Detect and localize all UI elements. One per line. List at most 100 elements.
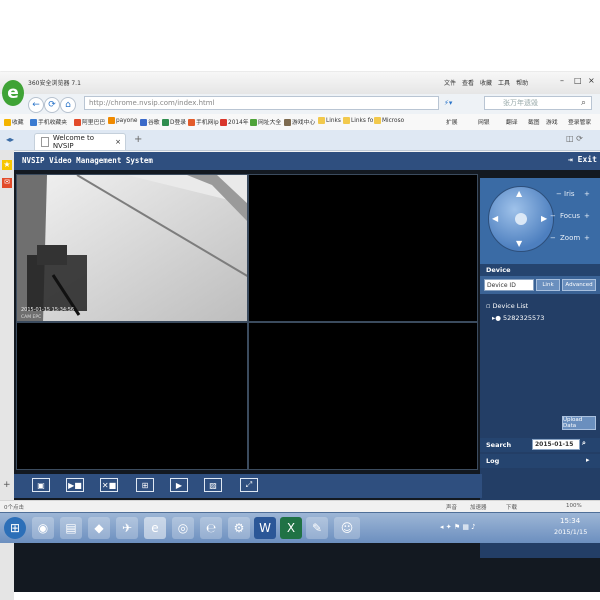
- playback-button[interactable]: ▶: [170, 478, 188, 492]
- ext-bank[interactable]: 网银: [478, 117, 490, 126]
- bookmark-item-11[interactable]: Links fo: [343, 117, 373, 124]
- search-icon[interactable]: ⌕: [581, 98, 586, 108]
- camera-view-4[interactable]: [248, 322, 478, 470]
- tab-close-icon[interactable]: ×: [115, 138, 121, 146]
- snapshot-button[interactable]: ▨: [204, 478, 222, 492]
- nvsip-header: NVSIP Video Management System ⇥ Exit: [14, 152, 600, 170]
- new-tab-button[interactable]: +: [134, 134, 142, 145]
- taskbar-360-icon[interactable]: ◉: [32, 517, 54, 539]
- bookmark-item-12[interactable]: Microso: [374, 117, 404, 124]
- focus-minus[interactable]: −: [550, 212, 556, 220]
- device-id-input[interactable]: Device ID: [484, 279, 534, 291]
- bookmark-item-3[interactable]: payone: [108, 117, 137, 124]
- minimize-button[interactable]: –: [560, 76, 564, 85]
- search-date-input[interactable]: 2015-01-15: [532, 439, 580, 450]
- sidebar-add-button[interactable]: +: [3, 480, 11, 490]
- advanced-button[interactable]: Advanced: [562, 279, 596, 291]
- center-button[interactable]: [515, 213, 527, 225]
- search-box[interactable]: 张万年遗毁: [484, 96, 592, 110]
- record-button[interactable]: ▶■: [66, 478, 84, 492]
- ext-login[interactable]: 登录管家: [568, 117, 591, 126]
- menu-view[interactable]: 查看: [462, 78, 474, 87]
- upload-data-button[interactable]: Upload Data: [562, 416, 596, 430]
- iris-minus[interactable]: −: [556, 190, 562, 198]
- bookmark-item-1[interactable]: 手机收藏夹: [30, 117, 67, 126]
- camera-image: [17, 175, 247, 321]
- ext-games[interactable]: 游戏: [546, 117, 558, 126]
- maximize-button[interactable]: □: [574, 76, 582, 85]
- camera-view-2[interactable]: [248, 174, 478, 322]
- taskbar-excel-icon[interactable]: X: [280, 517, 302, 539]
- zoom-plus[interactable]: +: [584, 234, 590, 242]
- taskbar-plane-icon[interactable]: ✈: [116, 517, 138, 539]
- bookmark-item-5[interactable]: D登录: [162, 117, 186, 126]
- stop-video-icon: ✕■: [101, 480, 117, 490]
- bookmark-item-2[interactable]: 阿里巴巴: [74, 117, 105, 126]
- bookmark-item-8[interactable]: 网址大全: [250, 117, 281, 126]
- upload-label: Upload Data: [563, 417, 583, 429]
- status-accelerator[interactable]: 加速器: [470, 503, 487, 511]
- tab-nav-icon[interactable]: ◂▸: [6, 135, 14, 144]
- tab-tools-icon[interactable]: ◫ ⟳: [566, 134, 583, 143]
- menu-tools[interactable]: 工具: [498, 78, 510, 87]
- taskbar-app-icon[interactable]: ◆: [88, 517, 110, 539]
- tab-welcome[interactable]: Welcome to NVSIP ×: [34, 133, 126, 150]
- back-button[interactable]: ←: [28, 97, 44, 113]
- link-button[interactable]: Link: [536, 279, 560, 291]
- taskbar-chat-icon[interactable]: ☺: [334, 517, 360, 539]
- camera-timestamp: 2015-01-15 15:34:56: [21, 307, 75, 313]
- camera-view-3[interactable]: [16, 322, 248, 470]
- bookmark-item-10[interactable]: Links: [318, 117, 341, 124]
- home-button[interactable]: ⌂: [60, 97, 76, 113]
- status-download[interactable]: 下载: [506, 503, 517, 511]
- tray-icons[interactable]: ◂ ✦ ⚑ ▦ ♪: [440, 523, 476, 531]
- down-arrow-icon[interactable]: ▼: [516, 239, 522, 248]
- status-sound[interactable]: 声音: [446, 503, 457, 511]
- taskbar-paint-icon[interactable]: ✎: [306, 517, 328, 539]
- menu-help[interactable]: 帮助: [516, 78, 528, 87]
- menu-favorites[interactable]: 收藏: [480, 78, 492, 87]
- taskbar-browser-icon[interactable]: e: [144, 517, 166, 539]
- taskbar-ie-icon[interactable]: ℮: [200, 517, 222, 539]
- stop-all-button[interactable]: ✕■: [100, 478, 118, 492]
- taskbar-player-icon[interactable]: ◎: [172, 517, 194, 539]
- search-date-icon[interactable]: ⌕: [582, 439, 586, 448]
- log-expand-icon[interactable]: ▸: [586, 456, 590, 464]
- camera-view-1[interactable]: 2015-01-15 15:34:56 CAM EPC: [16, 174, 248, 322]
- right-arrow-icon[interactable]: ▶: [541, 214, 547, 223]
- bookmark-item-0[interactable]: 收藏: [4, 117, 24, 126]
- close-all-views-button[interactable]: ▣: [32, 478, 50, 492]
- ext-expand[interactable]: 扩展: [446, 117, 458, 126]
- zoom-minus[interactable]: −: [550, 234, 556, 242]
- bookmark-icon: [162, 119, 169, 126]
- status-zoom[interactable]: 100%: [566, 503, 582, 509]
- sidebar-app-icon[interactable]: ✉: [2, 178, 12, 188]
- taskbar-word-icon[interactable]: W: [254, 517, 276, 539]
- start-button[interactable]: ⊞: [4, 517, 26, 539]
- bookmark-item-4[interactable]: 谷歌: [140, 117, 160, 126]
- ext-screenshot[interactable]: 截图: [528, 117, 540, 126]
- go-icon[interactable]: ⚡▾: [444, 99, 452, 107]
- fullscreen-button[interactable]: ⤢: [240, 478, 258, 492]
- bookmark-item-7[interactable]: 2014年: [220, 117, 249, 126]
- bookmark-item-9[interactable]: 游戏中心: [284, 117, 315, 126]
- device-list-item[interactable]: ▸● 5282325573: [492, 314, 544, 322]
- bookmark-item-6[interactable]: 手机网ip: [188, 117, 219, 126]
- menu-file[interactable]: 文件: [444, 78, 456, 87]
- address-bar[interactable]: http://chrome.nvsip.com/index.html: [84, 96, 439, 110]
- refresh-button[interactable]: ⟳: [44, 97, 60, 113]
- taskbar-folder-icon[interactable]: ▤: [60, 517, 82, 539]
- grid-layout-button[interactable]: ⊞: [136, 478, 154, 492]
- iris-plus[interactable]: +: [584, 190, 590, 198]
- favorites-star-icon[interactable]: ★: [2, 160, 12, 170]
- close-button[interactable]: ×: [588, 76, 595, 85]
- ext-translate[interactable]: 翻译: [506, 117, 518, 126]
- up-arrow-icon[interactable]: ▲: [516, 189, 522, 198]
- log-section: Log ▸: [480, 454, 600, 468]
- ptz-joystick[interactable]: ▲ ▼ ◀ ▶: [488, 186, 554, 252]
- focus-plus[interactable]: +: [584, 212, 590, 220]
- taskbar-tool-icon[interactable]: ⚙: [228, 517, 250, 539]
- exit-button[interactable]: ⇥ Exit: [568, 155, 597, 164]
- left-arrow-icon[interactable]: ◀: [492, 214, 498, 223]
- device-list-root[interactable]: ▫ Device List: [486, 302, 528, 310]
